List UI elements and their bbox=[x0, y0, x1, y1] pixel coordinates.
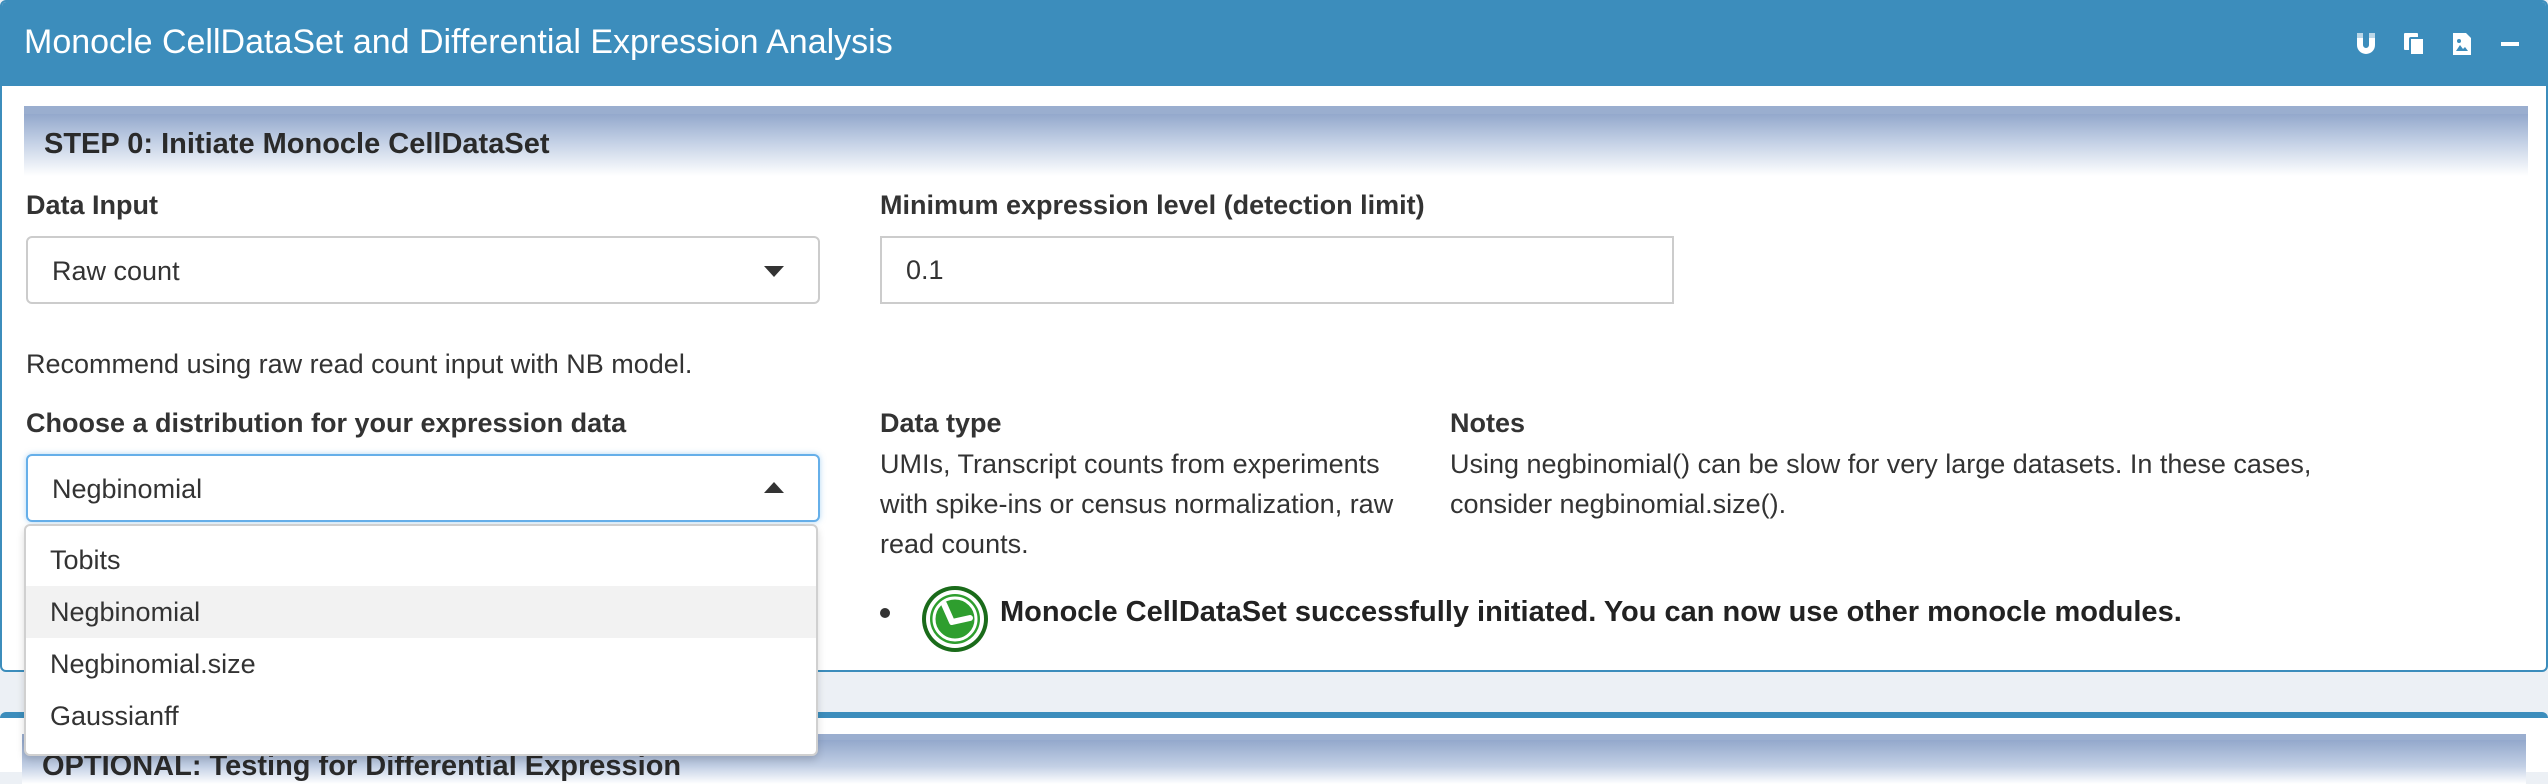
step0-title: STEP 0: Initiate Monocle CellDataSet bbox=[44, 128, 550, 160]
dropdown-option-tobits[interactable]: Tobits bbox=[26, 534, 816, 586]
data-input-label: Data Input bbox=[26, 190, 158, 220]
data-input-value: Raw count bbox=[52, 256, 180, 286]
distribution-dropdown-menu: Tobits Negbinomial Negbinomial.size Gaus… bbox=[24, 524, 818, 756]
dropdown-option-gaussianff[interactable]: Gaussianff bbox=[26, 690, 816, 742]
dropdown-option-negbinomial[interactable]: Negbinomial bbox=[26, 586, 816, 638]
list-bullet bbox=[880, 608, 890, 618]
recommend-text: Recommend using raw read count input wit… bbox=[26, 349, 693, 379]
image-icon[interactable] bbox=[2446, 28, 2478, 60]
notes-label: Notes bbox=[1450, 408, 1526, 438]
notes-text: Using negbinomial() can be slow for very… bbox=[1450, 449, 2312, 519]
chevron-down-icon bbox=[764, 266, 784, 277]
min-expr-input[interactable] bbox=[882, 238, 1672, 302]
dropdown-option-negbinomial-size[interactable]: Negbinomial.size bbox=[26, 638, 816, 690]
data-input-select[interactable]: Raw count bbox=[26, 236, 820, 304]
distribution-label: Choose a distribution for your expressio… bbox=[26, 408, 627, 438]
distribution-select[interactable]: Negbinomial bbox=[26, 454, 820, 522]
success-check-icon bbox=[920, 584, 990, 659]
min-expr-field[interactable] bbox=[880, 236, 1674, 304]
data-type-label: Data type bbox=[880, 408, 1002, 438]
box-title: Monocle CellDataSet and Differential Exp… bbox=[24, 23, 893, 61]
data-type-text: UMIs, Transcript counts from experiments… bbox=[880, 449, 1394, 559]
chevron-up-icon bbox=[764, 482, 784, 493]
step0-header: STEP 0: Initiate Monocle CellDataSet bbox=[24, 106, 2528, 176]
min-expr-label: Minimum expression level (detection limi… bbox=[880, 190, 1425, 220]
box-header: Monocle CellDataSet and Differential Exp… bbox=[2, 2, 2546, 86]
distribution-value: Negbinomial bbox=[52, 474, 203, 504]
copy-icon[interactable] bbox=[2398, 28, 2430, 60]
minus-icon[interactable] bbox=[2494, 28, 2526, 60]
success-message: Monocle CellDataSet successfully initiat… bbox=[1000, 596, 2182, 628]
magnet-icon[interactable] bbox=[2350, 28, 2382, 60]
